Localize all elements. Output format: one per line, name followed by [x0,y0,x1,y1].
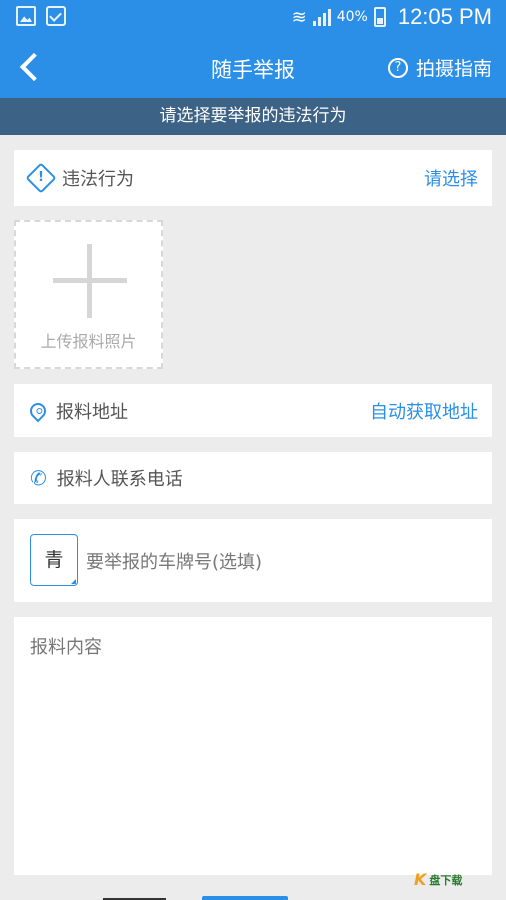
checkmark-notification-icon [46,6,66,26]
clock: 12:05 PM [397,4,492,29]
violation-select-button[interactable]: 请选择 [424,150,478,206]
watermark-k-icon: K [414,870,427,889]
app-header: 随手举报 ? 拍摄指南 [0,36,506,98]
battery-percent: 40% [336,9,368,25]
content-placeholder: 报料内容 [30,637,102,658]
phone-placeholder: 报料人联系电话 [56,469,183,490]
shooting-guide-button[interactable]: ? 拍摄指南 [387,54,492,81]
submit-button-edge[interactable] [202,896,288,900]
battery-icon [373,7,386,27]
location-pin-icon [26,399,50,422]
violation-label: 违法行为 [62,169,134,190]
hint-banner: 请选择要举报的违法行为 [0,98,506,135]
gallery-notification-icon [16,6,36,26]
plate-number-input[interactable]: 要举报的车牌号(选填) [86,519,262,602]
signal-icon [312,8,331,26]
address-row[interactable]: 报料地址 自动获取地址 [14,384,492,437]
plate-row: 青 要举报的车牌号(选填) [14,519,492,602]
warning-icon [25,162,57,194]
upload-photo-button[interactable]: 上传报料照片 [14,220,163,369]
phone-icon: ✆ [30,466,47,490]
shooting-guide-label: 拍摄指南 [415,58,492,80]
watermark-logo: K 盘下载 [414,870,463,889]
phone-field[interactable]: ✆ 报料人联系电话 [14,452,492,504]
auto-locate-button[interactable]: 自动获取地址 [370,384,478,437]
upload-photo-label: 上传报料照片 [40,332,137,351]
help-icon: ? [387,57,408,78]
plus-icon [53,244,127,318]
report-content-textarea[interactable]: 报料内容 [14,617,492,875]
address-label: 报料地址 [56,401,128,423]
status-bar: ≋ 40% 12:05 PM [0,0,506,36]
province-selector-button[interactable]: 青 [30,534,78,586]
violation-row[interactable]: 违法行为 请选择 [14,150,492,206]
wifi-icon: ≋ [291,6,307,28]
